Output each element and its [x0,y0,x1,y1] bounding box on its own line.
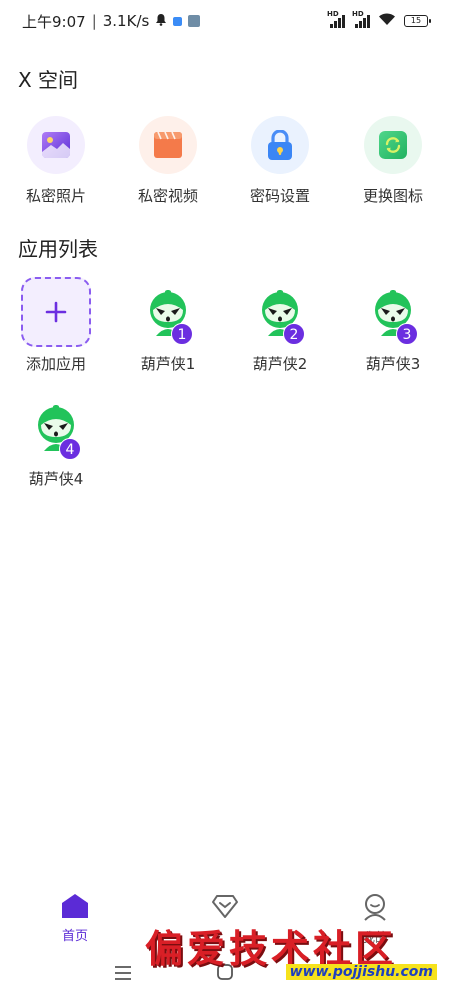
discover-icon [212,895,238,918]
app-label: 葫芦侠1 [140,355,196,373]
feature-label: 私密照片 [25,187,86,205]
app-icon-wrap: 3 [358,277,428,347]
back-icon[interactable] [320,964,332,980]
feature-password-settings[interactable]: 密码设置 [230,116,330,206]
app-label: 葫芦侠2 [252,355,308,373]
status-time: 上午9:07 [22,12,86,31]
status-right: HD HD 15 [327,10,431,30]
nav-label-home: 首页 [61,929,88,944]
app-label: 葫芦侠3 [365,355,421,373]
feature-private-photos[interactable]: 私密照片 [6,116,106,206]
nav-item-profile[interactable]: 我的 [335,893,415,946]
status-left: 上午9:07 | 3.1K/s [22,11,201,32]
add-app-button[interactable]: 添加应用 [6,277,106,374]
notification-bell-icon [155,12,167,30]
plus-icon [21,277,91,347]
signal-strength-icon-2: HD [352,10,370,28]
space-title: X 空间 [18,68,79,92]
app-number-badge: 3 [396,323,418,345]
add-app-icon-wrap [21,277,91,347]
feature-label: 私密视频 [137,187,198,205]
signal-strength-icon: HD [327,10,345,28]
app-notification-icon [173,16,183,26]
battery-level: 15 [410,16,422,25]
feature-row: 私密照片 私密视频 密码设置 更换图标 [0,116,450,206]
wifi-icon [378,12,396,30]
app-item-huluxia-1[interactable]: 1 葫芦侠1 [118,277,218,374]
app-number-badge: 2 [283,323,305,345]
lock-icon [251,116,309,174]
home-icon [62,894,88,918]
app-icon-wrap: 2 [245,277,315,347]
app-icon-wrap: 4 [21,392,91,462]
nav-item-home[interactable]: 首页 [35,893,115,944]
feature-label: 密码设置 [249,187,310,205]
refresh-icon [364,116,422,174]
app-item-huluxia-2[interactable]: 2 葫芦侠2 [230,277,330,374]
home-square-icon[interactable] [217,964,233,980]
system-navigation-bar [0,955,450,995]
status-bar: 上午9:07 | 3.1K/s HD HD 15 [0,0,450,42]
apps-title: 应用列表 [18,237,98,261]
nav-item-discover[interactable] [185,893,265,925]
profile-icon [364,894,386,921]
add-app-label: 添加应用 [25,355,86,373]
feature-change-icon[interactable]: 更换图标 [343,116,443,206]
app-number-badge: 1 [171,323,193,345]
app-label: 葫芦侠4 [28,470,84,488]
app-item-huluxia-3[interactable]: 3 葫芦侠3 [343,277,443,374]
status-speed: 3.1K/s [102,12,150,30]
status-divider: | [91,12,97,30]
app-number-badge: 4 [59,438,81,460]
menu-icon[interactable] [115,966,131,980]
nav-label-profile: 我的 [361,931,388,946]
app-notification-icon-2 [188,15,201,27]
feature-private-videos[interactable]: 私密视频 [118,116,218,206]
video-icon [139,116,197,174]
app-item-huluxia-4[interactable]: 4 葫芦侠4 [6,392,106,489]
photo-icon [27,116,85,174]
feature-label: 更换图标 [362,187,423,205]
bottom-navigation: 首页 我的 [0,893,450,946]
app-icon-wrap: 1 [133,277,203,347]
battery-icon: 15 [404,15,431,27]
